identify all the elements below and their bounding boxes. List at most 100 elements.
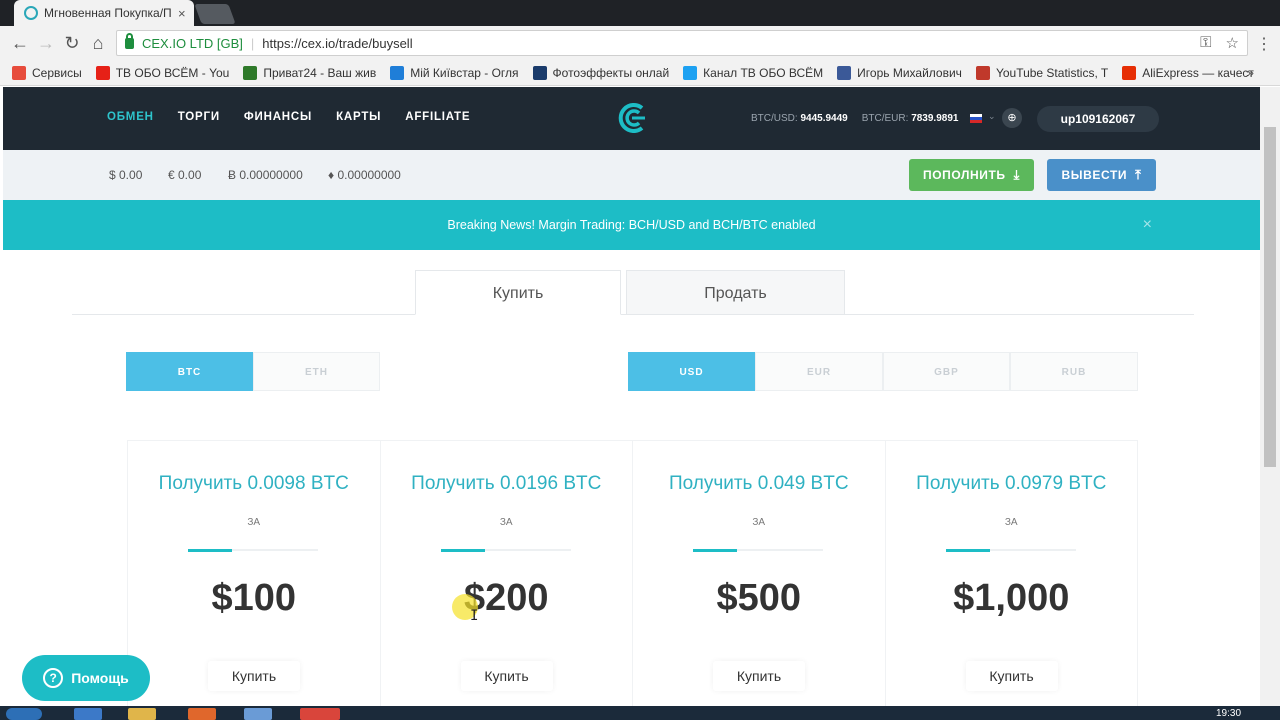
user-account-button[interactable]: up109162067 xyxy=(1037,106,1159,132)
offer-for-label: ЗА xyxy=(752,517,766,528)
bookmark-item[interactable]: AliExpress — качест xyxy=(1122,65,1254,80)
offer-amount: Получить 0.049 BTC xyxy=(668,473,849,494)
bookmark-item[interactable]: Фотоэффекты онлай xyxy=(532,65,669,80)
offer-card: Получить 0.0979 BTC ЗА $1,000 Купить xyxy=(886,441,1138,709)
tab-sell[interactable]: Продать xyxy=(626,270,845,315)
fiat-option-eur[interactable]: EUR xyxy=(755,352,883,391)
bookmark-item[interactable]: ТВ ОБО ВСЁМ - You xyxy=(95,65,229,80)
explorer-taskbar-icon[interactable] xyxy=(128,708,156,720)
bookmark-item[interactable]: Мій Київстар - Огля xyxy=(390,65,519,80)
tab-buy[interactable]: Купить xyxy=(415,270,621,315)
help-label: Помощь xyxy=(71,670,129,686)
media-taskbar-icon[interactable] xyxy=(188,708,216,720)
bookmark-label: Приват24 - Ваш жив xyxy=(263,65,377,80)
eur-balance: € 0.00 xyxy=(168,168,202,182)
buy-button[interactable]: Купить xyxy=(713,661,805,691)
settings-icon[interactable]: ⊕ xyxy=(1002,108,1022,128)
buy-button[interactable]: Купить xyxy=(965,661,1058,691)
bookmark-favicon-icon xyxy=(532,65,547,80)
reload-icon[interactable]: ↻ xyxy=(62,33,82,53)
rates-ticker: BTC/USD: 9445.9449 BTC/EUR: 7839.9891 xyxy=(751,113,958,124)
cex-favicon-icon xyxy=(24,6,38,20)
btc-usd-rate: BTC/USD: 9445.9449 xyxy=(751,113,848,124)
site-header: ОБМЕН ТОРГИ ФИНАНСЫ КАРТЫ AFFILIATE BTC/… xyxy=(3,87,1260,150)
bookmark-favicon-icon xyxy=(975,65,990,80)
offer-divider xyxy=(440,549,571,552)
start-button-icon[interactable] xyxy=(6,708,42,720)
nav-exchange[interactable]: ОБМЕН xyxy=(107,111,154,123)
address-bar[interactable]: CEX.IO LTD [GB] | https://cex.io/trade/b… xyxy=(116,30,1248,56)
nav-finance[interactable]: ФИНАНСЫ xyxy=(244,111,312,123)
clock: 19:30 xyxy=(1216,708,1242,719)
offer-amount: Получить 0.0979 BTC xyxy=(916,473,1107,494)
key-icon[interactable]: ⚿ xyxy=(1200,34,1211,52)
bookmark-favicon-icon xyxy=(95,65,110,80)
offer-divider xyxy=(945,549,1076,552)
url-text[interactable]: https://cex.io/trade/buysell xyxy=(262,36,412,51)
offer-price: $100 xyxy=(211,577,297,619)
browser-tab-title: Мгновенная Покупка/П xyxy=(44,6,172,20)
browser-tab-strip: Мгновенная Покупка/П × xyxy=(0,0,1280,26)
back-arrow-icon[interactable]: ← xyxy=(10,33,30,53)
fiat-option-rub[interactable]: RUB xyxy=(1010,352,1138,391)
certificate-label: CEX.IO LTD [GB] xyxy=(142,35,243,51)
tab-close-icon[interactable]: × xyxy=(178,6,186,21)
lock-icon xyxy=(125,32,134,49)
offer-divider xyxy=(188,549,318,552)
browser-menu-icon[interactable]: ⋮ xyxy=(1256,34,1272,54)
deposit-button[interactable]: ПОПОЛНИТЬ ⤓ xyxy=(909,159,1034,191)
buy-button[interactable]: Купить xyxy=(460,661,553,691)
close-icon[interactable]: × xyxy=(1143,200,1152,250)
language-caret-icon[interactable]: ⌄ xyxy=(988,111,996,122)
withdraw-label: ВЫВЕСТИ xyxy=(1061,168,1128,182)
bookmark-item[interactable]: Приват24 - Ваш жив xyxy=(243,65,377,80)
bookmark-star-icon[interactable]: ☆ xyxy=(1226,34,1239,52)
nav-affiliate[interactable]: AFFILIATE xyxy=(405,111,470,123)
download-icon: ⤓ xyxy=(1013,167,1021,182)
cex-logo-icon[interactable] xyxy=(615,101,649,135)
ie-taskbar-icon[interactable] xyxy=(74,708,102,720)
new-tab-button[interactable] xyxy=(194,4,236,24)
home-icon[interactable]: ⌂ xyxy=(88,33,108,53)
question-icon: ? xyxy=(43,668,64,688)
bookmark-favicon-icon xyxy=(390,65,405,80)
forward-arrow-icon[interactable]: → xyxy=(36,33,56,53)
bookmark-item[interactable]: YouTube Statistics, T xyxy=(975,65,1109,80)
offer-price: $200 xyxy=(463,577,549,619)
offer-card: Получить 0.0196 BTC ЗА $200 Купить xyxy=(381,441,633,709)
news-banner: Breaking News! Margin Trading: BCH/USD a… xyxy=(3,200,1260,250)
buy-button[interactable]: Купить xyxy=(208,661,300,691)
bookmarks-overflow-icon[interactable]: » xyxy=(1247,65,1254,80)
nav-trading[interactable]: ТОРГИ xyxy=(178,111,220,123)
bookmark-item[interactable]: Игорь Михайлович xyxy=(837,65,962,80)
crypto-option-eth[interactable]: ETH xyxy=(253,352,380,391)
bookmark-label: YouTube Statistics, T xyxy=(995,65,1109,80)
help-button[interactable]: ? Помощь xyxy=(22,655,150,701)
offer-amount: Получить 0.0098 BTC xyxy=(158,473,349,494)
bookmark-label: Сервисы xyxy=(32,65,82,80)
browser-tab[interactable]: Мгновенная Покупка/П × xyxy=(14,0,194,26)
bookmark-favicon-icon xyxy=(683,65,698,80)
offer-for-label: ЗА xyxy=(1004,517,1018,528)
browser-toolbar: ← → ↻ ⌂ CEX.IO LTD [GB] | https://cex.io… xyxy=(0,26,1280,60)
nav-cards[interactable]: КАРТЫ xyxy=(336,111,381,123)
crypto-option-btc[interactable]: BTC xyxy=(126,352,253,391)
app-taskbar-icon[interactable] xyxy=(244,708,272,720)
page-scrollbar[interactable] xyxy=(1260,87,1280,707)
bookmark-favicon-icon xyxy=(12,65,26,80)
bookmark-item[interactable]: Сервисы xyxy=(12,65,82,80)
scrollbar-thumb[interactable] xyxy=(1264,127,1276,467)
offer-card: Получить 0.049 BTC ЗА $500 Купить xyxy=(633,441,886,709)
news-text[interactable]: Breaking News! Margin Trading: BCH/USD a… xyxy=(447,218,815,232)
bookmark-favicon-icon xyxy=(243,65,258,80)
offer-amount: Получить 0.0196 BTC xyxy=(411,473,602,494)
bookmark-item[interactable]: Канал ТВ ОБО ВСЁМ xyxy=(683,65,823,80)
fiat-option-gbp[interactable]: GBP xyxy=(883,352,1010,391)
chrome-taskbar-icon[interactable] xyxy=(300,708,340,720)
withdraw-button[interactable]: ВЫВЕСТИ ⤒ xyxy=(1047,159,1156,191)
bookmark-label: AliExpress — качест xyxy=(1142,65,1254,80)
text-cursor-icon: I xyxy=(470,608,479,624)
fiat-option-usd[interactable]: USD xyxy=(628,352,755,391)
russia-flag-icon[interactable] xyxy=(970,114,982,123)
eth-balance: ♦ 0.00000000 xyxy=(328,168,401,182)
